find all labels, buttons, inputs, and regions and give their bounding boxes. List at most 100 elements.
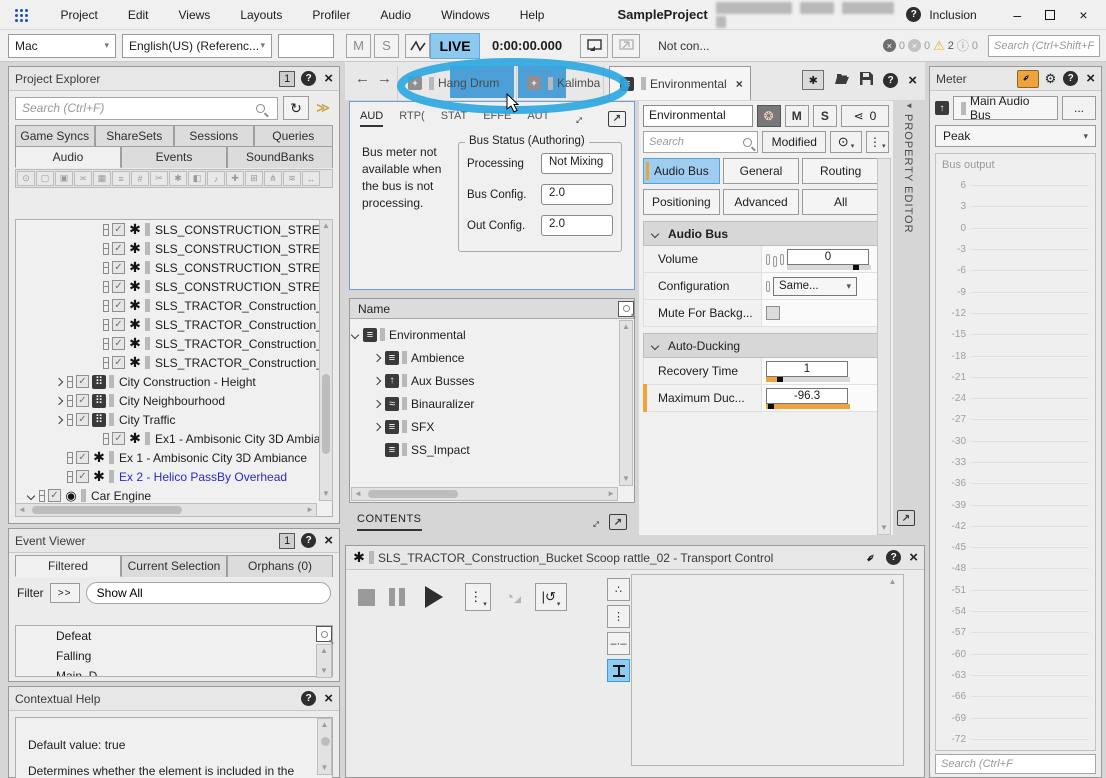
section-collapse-icon[interactable] [651, 229, 659, 237]
explorer-toolbar-icon[interactable]: ▢ [36, 171, 54, 186]
tree-row[interactable]: SLS_TRACTOR_Construction_M [16, 353, 332, 372]
close-icon[interactable]: × [324, 691, 333, 706]
error-muted-icon[interactable]: × [908, 39, 921, 52]
info-icon[interactable]: ⓘ [957, 37, 969, 54]
tree-row[interactable]: SLS_CONSTRUCTION_STREET_ [16, 239, 332, 258]
help-scrollbar[interactable]: ▲ ▼ [317, 718, 332, 775]
include-checkbox[interactable] [112, 242, 125, 255]
close-icon[interactable]: × [909, 550, 918, 565]
close-icon[interactable]: × [1086, 71, 1095, 86]
menu-item[interactable]: Layouts [225, 8, 297, 22]
help-icon[interactable]: ? [883, 73, 898, 88]
meter-search-input[interactable] [935, 754, 1096, 774]
back-icon[interactable]: ← [355, 70, 370, 87]
explorer-toolbar-icon[interactable]: ≡ [112, 171, 130, 186]
property-scrollbar[interactable]: ▼ [877, 158, 891, 535]
explorer-tab[interactable]: Sessions [174, 125, 254, 146]
expand-icon[interactable]: ↔ [585, 512, 605, 532]
expander-icon[interactable] [373, 353, 381, 361]
stop-button[interactable] [358, 589, 375, 606]
tree-row[interactable]: SLS_TRACTOR_Construction_M [16, 334, 332, 353]
event-list-item[interactable]: Defeat [16, 626, 332, 646]
contents-tab[interactable]: CONTENTS [357, 513, 422, 531]
mute-button[interactable]: M [785, 105, 809, 127]
menu-item[interactable]: Audio [365, 8, 426, 22]
help-icon[interactable]: ? [301, 71, 316, 86]
states-button[interactable]: ⋮ [607, 605, 630, 628]
event-list-item[interactable]: Falling [16, 646, 332, 666]
bus-subtab[interactable]: AUD [360, 110, 383, 127]
tree-row[interactable]: City Construction - Height [16, 372, 332, 391]
bus-list-row[interactable]: Environmental [350, 323, 634, 346]
filter-input[interactable] [86, 582, 331, 604]
slider-grip-icon[interactable] [766, 281, 770, 292]
explorer-toolbar-icon[interactable]: # [131, 171, 149, 186]
explorer-toolbar-icon[interactable]: ⊙ [17, 171, 35, 186]
bus-subtab[interactable]: EFFE [483, 110, 511, 127]
menu-item[interactable]: Project [45, 8, 112, 22]
triggers-button[interactable] [607, 659, 630, 682]
waveform-button[interactable] [405, 34, 430, 58]
property-tab[interactable]: Audio Bus [643, 158, 720, 184]
bus-list-row[interactable]: Ambience [350, 346, 634, 369]
close-icon[interactable]: × [324, 71, 333, 86]
list-vscrollbar[interactable]: ▲▼ [619, 320, 633, 486]
bus-list-row[interactable]: SS_Impact [350, 438, 634, 461]
close-icon[interactable]: × [324, 533, 333, 548]
menu-item[interactable]: Windows [426, 8, 505, 22]
help-icon[interactable]: ? [301, 533, 316, 548]
explorer-tab[interactable]: ShareSets [95, 125, 175, 146]
expander-icon[interactable] [373, 399, 381, 407]
property-tab[interactable]: Advanced [723, 189, 800, 215]
explorer-toolbar-icon[interactable]: ◧ [188, 171, 206, 186]
close-icon[interactable]: × [908, 73, 917, 88]
language-selector[interactable]: English(US) (Referenc...▾ [122, 34, 272, 58]
bus-list-row[interactable]: Aux Busses [350, 369, 634, 392]
color-palette-button[interactable]: ❂ [757, 105, 781, 127]
tree-row[interactable]: Ex 1 - Ambisonic City 3D Ambiance [16, 448, 332, 467]
live-button[interactable]: LIVE [430, 33, 480, 59]
include-checkbox[interactable] [76, 470, 89, 483]
visibility-button[interactable]: ⊙▾ [830, 131, 861, 153]
explorer-toolbar-icon[interactable]: ⊞ [245, 171, 263, 186]
pin-view-button[interactable]: ✱ [802, 70, 824, 90]
more-options-button[interactable]: ⋮▾ [866, 131, 889, 153]
tree-vscrollbar[interactable]: ▲ ▼ [319, 219, 333, 501]
tab-close-icon[interactable]: × [736, 77, 743, 91]
explorer-toolbar-icon[interactable]: ♪ [207, 171, 225, 186]
explorer-toolbar-icon[interactable]: ▦ [93, 171, 111, 186]
list-search-icon[interactable] [316, 626, 332, 642]
expander-icon[interactable] [27, 491, 35, 499]
tree-row[interactable]: SLS_TRACTOR_Construction_B [16, 315, 332, 334]
bus-subtab[interactable]: STAT [441, 110, 467, 127]
object-name-field[interactable]: Environmental [643, 105, 753, 127]
expander-icon[interactable] [55, 415, 63, 423]
maximum-ducking-value[interactable]: -96.3 [766, 388, 848, 404]
volume-track[interactable] [787, 265, 871, 270]
column-header[interactable]: Name [358, 302, 390, 316]
help-icon[interactable]: ? [1063, 71, 1078, 86]
slider-grip-icon[interactable] [773, 256, 777, 267]
recovery-time-value[interactable]: 1 [766, 361, 848, 377]
platform-selector[interactable]: Mac▾ [8, 34, 116, 58]
forward-button[interactable]: ≫ [313, 96, 333, 120]
expand-icon[interactable]: ↔ [568, 109, 588, 129]
expander-icon[interactable] [373, 422, 381, 430]
explorer-tab[interactable]: Queries [254, 125, 334, 146]
mute-button[interactable]: M [346, 34, 371, 58]
list-hscrollbar[interactable]: ◄ ► [351, 487, 618, 501]
include-checkbox[interactable] [76, 451, 89, 464]
transport-options-button[interactable]: ⋮▾ [465, 583, 491, 611]
maximize-button[interactable] [1034, 7, 1067, 23]
recovery-track[interactable] [766, 377, 850, 382]
tree-row[interactable]: SLS_CONSTRUCTION_STREET_ [16, 258, 332, 277]
tab-environmental[interactable]: Environmental × [609, 66, 751, 100]
explorer-tab-audio[interactable]: Audio [15, 146, 121, 168]
configuration-dropdown[interactable]: Same...▾ [773, 277, 857, 296]
explorer-toolbar-icon[interactable]: ✱ [169, 171, 187, 186]
event-list-scrollbar[interactable]: ▲▼ [316, 644, 332, 678]
pin-icon[interactable]: ✒ [863, 549, 880, 566]
bus-subtab[interactable]: AUT [527, 110, 549, 127]
include-checkbox[interactable] [76, 394, 89, 407]
bus-list-row[interactable]: Binauralizer [350, 392, 634, 415]
